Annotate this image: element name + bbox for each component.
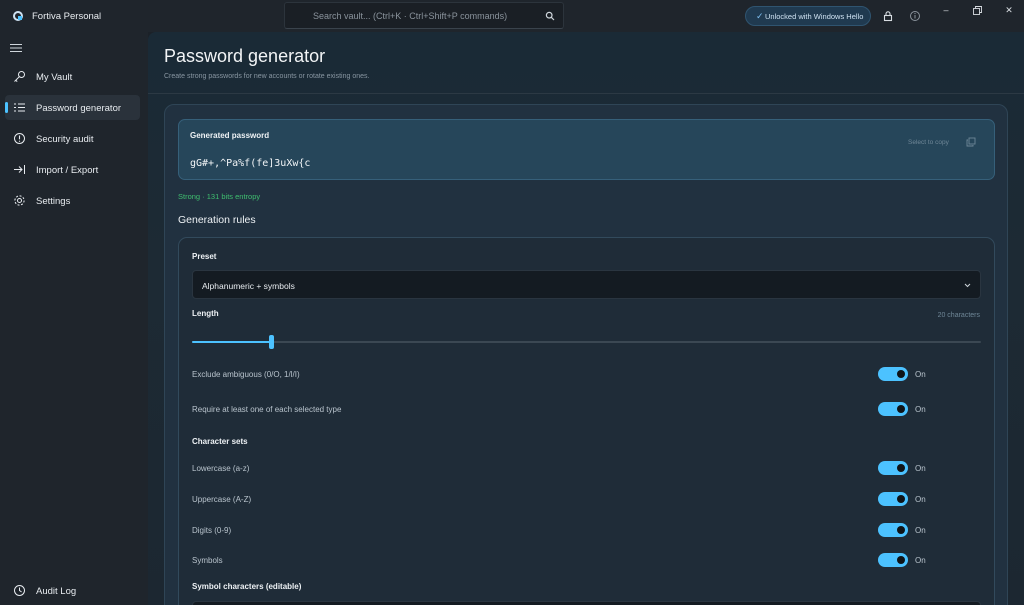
page-subtitle: Create strong passwords for new accounts… (164, 73, 370, 80)
uppercase-toggle[interactable] (878, 492, 908, 506)
toggle-knob (897, 370, 905, 378)
divider (148, 93, 1024, 94)
copy-icon[interactable] (966, 137, 976, 147)
preset-select[interactable]: Alphanumeric + symbols (192, 270, 981, 299)
alert-circle-icon (14, 133, 25, 144)
toggle-knob (897, 526, 905, 534)
length-value: 20 characters (937, 312, 980, 319)
sidebar-item-my-vault[interactable]: My Vault (5, 64, 140, 89)
search-input[interactable]: Search vault... (Ctrl+K · Ctrl+Shift+P c… (284, 2, 564, 29)
sidebar-item-label: Password generator (36, 103, 122, 114)
sidebar-item-label: Settings (36, 196, 71, 207)
hamburger-menu-icon[interactable] (10, 43, 22, 53)
strength-indicator: Strong · 131 bits entropy (178, 192, 261, 201)
sidebar-item-security-audit[interactable]: Security audit (5, 126, 140, 151)
toggle-state: On (915, 495, 926, 504)
check-icon: ✓ (756, 11, 764, 21)
key-icon (14, 71, 25, 82)
toggle-knob (897, 464, 905, 472)
generation-rules-panel: Preset Alphanumeric + symbols Length 20 … (178, 237, 995, 605)
search-placeholder: Search vault... (Ctrl+K · Ctrl+Shift+P c… (313, 11, 508, 21)
title-bar: Fortiva Personal Search vault... (Ctrl+K… (0, 0, 1024, 32)
symbol-characters-label: Symbol characters (editable) (192, 582, 302, 591)
symbol-characters-input[interactable] (192, 601, 981, 605)
toggle-state: On (915, 370, 926, 379)
character-sets-title: Character sets (192, 437, 248, 446)
lowercase-toggle[interactable] (878, 461, 908, 475)
sidebar-item-password-generator[interactable]: Password generator (5, 95, 140, 120)
symbols-toggle[interactable] (878, 553, 908, 567)
arrow-right-bar-icon (14, 165, 25, 174)
app-logo-icon (13, 11, 23, 21)
lock-icon[interactable] (882, 10, 894, 22)
preset-value: Alphanumeric + symbols (202, 281, 295, 291)
unlock-status-badge[interactable]: ✓ Unlocked with Windows Hello (745, 6, 871, 26)
digits-label: Digits (0-9) (192, 526, 232, 535)
minimize-icon[interactable]: – (940, 4, 952, 16)
copy-hint: Select to copy (908, 139, 949, 146)
sidebar-item-settings[interactable]: Settings (5, 188, 140, 213)
require-each-type-label: Require at least one of each selected ty… (192, 405, 342, 414)
list-icon (14, 103, 25, 112)
sidebar-item-label: Import / Export (36, 165, 99, 176)
exclude-ambiguous-label: Exclude ambiguous (0/O, 1/l/I) (192, 370, 300, 379)
length-slider-fill (192, 341, 271, 343)
sidebar-item-label: Audit Log (36, 586, 77, 597)
generation-rules-title: Generation rules (178, 214, 256, 226)
exclude-ambiguous-toggle[interactable] (878, 367, 908, 381)
toggle-knob (897, 556, 905, 564)
uppercase-label: Uppercase (A-Z) (192, 495, 252, 504)
history-icon (14, 585, 25, 596)
close-icon[interactable]: ✕ (1003, 4, 1015, 16)
toggle-state: On (915, 464, 926, 473)
unlock-status-text: Unlocked with Windows Hello (765, 12, 864, 21)
toggle-knob (897, 405, 905, 413)
chevron-down-icon (964, 283, 971, 288)
restore-icon[interactable] (973, 6, 982, 15)
generated-password-label: Generated password (190, 131, 270, 140)
length-label: Length (192, 309, 219, 318)
main-content: Password generator Create strong passwor… (148, 32, 1024, 605)
search-icon[interactable] (545, 11, 555, 21)
require-each-type-toggle[interactable] (878, 402, 908, 416)
app-title: Fortiva Personal (32, 11, 102, 22)
toggle-state: On (915, 526, 926, 535)
length-slider-thumb[interactable] (268, 335, 274, 349)
toggle-state: On (915, 556, 926, 565)
sidebar-item-label: My Vault (36, 72, 73, 83)
gear-icon (14, 195, 25, 206)
toggle-state: On (915, 405, 926, 414)
generated-password-value[interactable]: gG#+,^Pa%f(fe]3uXw{c (190, 158, 310, 169)
preset-label: Preset (192, 252, 217, 261)
symbols-label: Symbols (192, 556, 223, 565)
digits-toggle[interactable] (878, 523, 908, 537)
info-icon[interactable] (909, 10, 921, 22)
sidebar-item-audit-log[interactable]: Audit Log (5, 578, 140, 603)
active-indicator (5, 102, 8, 113)
sidebar-item-label: Security audit (36, 134, 94, 145)
length-slider[interactable] (192, 335, 981, 349)
sidebar-item-import-export[interactable]: Import / Export (5, 157, 140, 182)
lowercase-label: Lowercase (a-z) (192, 464, 250, 473)
toggle-knob (897, 495, 905, 503)
generated-password-box[interactable]: Generated password gG#+,^Pa%f(fe]3uXw{c … (178, 119, 995, 180)
page-title: Password generator (164, 46, 326, 66)
sidebar: My Vault Password generator Security aud… (0, 32, 148, 605)
